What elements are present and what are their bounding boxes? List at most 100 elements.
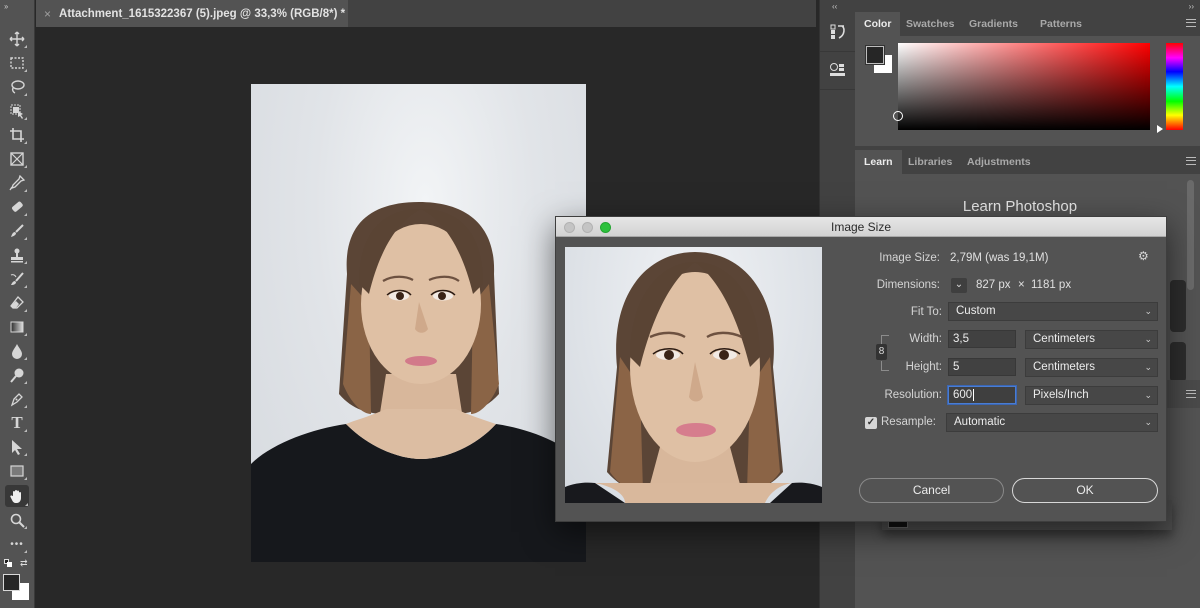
settings-gear-icon[interactable]: ⚙: [1138, 249, 1149, 263]
width-input[interactable]: 3,5: [948, 330, 1016, 348]
resolution-value: 600: [953, 389, 973, 401]
width-unit-value: Centimeters: [1033, 333, 1095, 345]
hand-tool[interactable]: [5, 485, 29, 507]
foreground-color-swatch[interactable]: [3, 574, 20, 591]
rectangular-marquee-tool[interactable]: [6, 53, 28, 73]
default-colors-icon[interactable]: [4, 559, 12, 567]
dialog-title: Image Size: [830, 220, 892, 234]
color-foreground-swatch[interactable]: [865, 45, 885, 65]
dodge-icon: [10, 368, 24, 383]
color-saturation-field[interactable]: [898, 43, 1150, 130]
crop-tool[interactable]: [6, 125, 28, 145]
object-selection-tool[interactable]: [6, 101, 28, 121]
frame-tool[interactable]: [6, 149, 28, 169]
learn-panel-menu-icon[interactable]: [1186, 157, 1196, 165]
eyedropper-tool[interactable]: [6, 173, 28, 193]
edit-toolbar[interactable]: •••: [6, 534, 28, 554]
dimensions-width: 827 px: [976, 279, 1011, 291]
pen-icon: [10, 393, 23, 407]
close-tab-icon[interactable]: ×: [44, 7, 51, 21]
resolution-unit-select[interactable]: Pixels/Inch ⌄: [1025, 386, 1158, 405]
eraser-tool[interactable]: [6, 293, 28, 313]
clone-stamp-tool[interactable]: [6, 245, 28, 265]
constrain-proportions-link-icon[interactable]: 8: [876, 344, 887, 360]
tab-learn[interactable]: Learn: [855, 150, 902, 174]
learn-panel-scrollbar[interactable]: [1187, 180, 1194, 290]
fit-to-select[interactable]: Custom ⌄: [948, 302, 1158, 321]
width-unit-select[interactable]: Centimeters ⌄: [1025, 330, 1158, 349]
image-preview[interactable]: [565, 247, 822, 503]
learn-card[interactable]: [1170, 280, 1186, 332]
collapse-dock-icon[interactable]: ››: [1189, 2, 1194, 11]
eraser-icon: [10, 296, 24, 309]
document-tab[interactable]: × Attachment_1615322367 (5).jpeg @ 33,3%…: [36, 0, 348, 27]
marquee-icon: [10, 57, 24, 69]
lower-panel-menu-icon[interactable]: [1186, 390, 1196, 398]
dodge-tool[interactable]: [6, 365, 28, 385]
hand-icon: [10, 490, 21, 503]
spot-healing-tool[interactable]: [6, 197, 28, 217]
drop-icon: [12, 344, 22, 359]
learn-panel-tabs: Learn Libraries Adjustments: [855, 150, 1200, 174]
history-panel-button[interactable]: [820, 12, 856, 52]
hue-slider[interactable]: [1166, 43, 1183, 130]
ok-button[interactable]: OK: [1012, 478, 1158, 503]
tab-gradients[interactable]: Gradients: [960, 12, 1027, 36]
learn-card[interactable]: [1170, 342, 1186, 382]
move-tool[interactable]: [6, 29, 28, 49]
blur-tool[interactable]: [6, 341, 28, 361]
resolution-input[interactable]: 600: [948, 386, 1016, 404]
collapse-toolbar-icon[interactable]: ››: [4, 2, 8, 11]
tab-adjustments[interactable]: Adjustments: [958, 150, 1040, 174]
eyedropper-icon: [9, 175, 25, 191]
properties-icon: [830, 62, 845, 76]
hue-slider-handle[interactable]: [1157, 125, 1163, 133]
chevron-down-icon: ⌄: [1144, 362, 1152, 372]
properties-panel-button[interactable]: [820, 50, 856, 90]
path-selection-tool[interactable]: [6, 437, 28, 457]
fit-to-value: Custom: [956, 305, 996, 317]
brush-tool[interactable]: [6, 221, 28, 241]
chevron-down-icon: ⌄: [1144, 306, 1152, 316]
height-input[interactable]: 5: [948, 358, 1016, 376]
resample-select[interactable]: Automatic ⌄: [946, 413, 1158, 432]
color-panel-menu-icon[interactable]: [1186, 19, 1196, 27]
magnifier-icon: [10, 513, 25, 528]
color-panel-tabs: Color Swatches Gradients Patterns: [855, 12, 1200, 36]
document-title: Attachment_1615322367 (5).jpeg @ 33,3% (…: [59, 7, 346, 20]
type-tool[interactable]: T: [6, 413, 28, 433]
gradient-tool[interactable]: [6, 317, 28, 337]
resample-checkbox[interactable]: ✓: [865, 417, 877, 429]
dimensions-unit-toggle[interactable]: ⌄: [951, 278, 967, 293]
tab-patterns[interactable]: Patterns: [1031, 12, 1091, 36]
learn-title: Learn Photoshop: [962, 198, 1078, 215]
tab-swatches[interactable]: Swatches: [897, 12, 963, 36]
frame-icon: [10, 152, 24, 166]
arrow-icon: [12, 440, 22, 455]
rectangle-tool[interactable]: [6, 461, 28, 481]
color-picker-handle[interactable]: [893, 111, 903, 121]
bandage-icon: [12, 201, 23, 212]
move-icon: [9, 31, 25, 47]
swap-colors-icon[interactable]: ⇄: [20, 558, 28, 569]
collapse-strip-icon[interactable]: ‹‹: [832, 2, 837, 11]
history-icon: [830, 24, 845, 39]
history-brush-tool[interactable]: [6, 269, 28, 289]
lasso-tool[interactable]: [6, 77, 28, 97]
dimensions-times: ×: [1018, 279, 1025, 291]
zoom-tool[interactable]: [6, 510, 28, 530]
history-brush-icon: [10, 272, 24, 285]
height-unit-select[interactable]: Centimeters ⌄: [1025, 358, 1158, 377]
resample-label: Resample:: [881, 416, 936, 428]
chevron-down-icon: ⌄: [1144, 417, 1152, 427]
image-size-label: Image Size:: [879, 252, 940, 264]
tab-color[interactable]: Color: [855, 12, 901, 36]
resolution-label: Resolution:: [884, 389, 942, 401]
stamp-icon: [11, 248, 23, 263]
dialog-titlebar[interactable]: Image Size: [556, 217, 1166, 237]
tab-libraries[interactable]: Libraries: [899, 150, 961, 174]
pen-tool[interactable]: [6, 389, 28, 409]
cancel-button[interactable]: Cancel: [859, 478, 1004, 503]
dimensions-label: Dimensions:: [876, 279, 940, 291]
width-label: Width:: [909, 333, 942, 345]
